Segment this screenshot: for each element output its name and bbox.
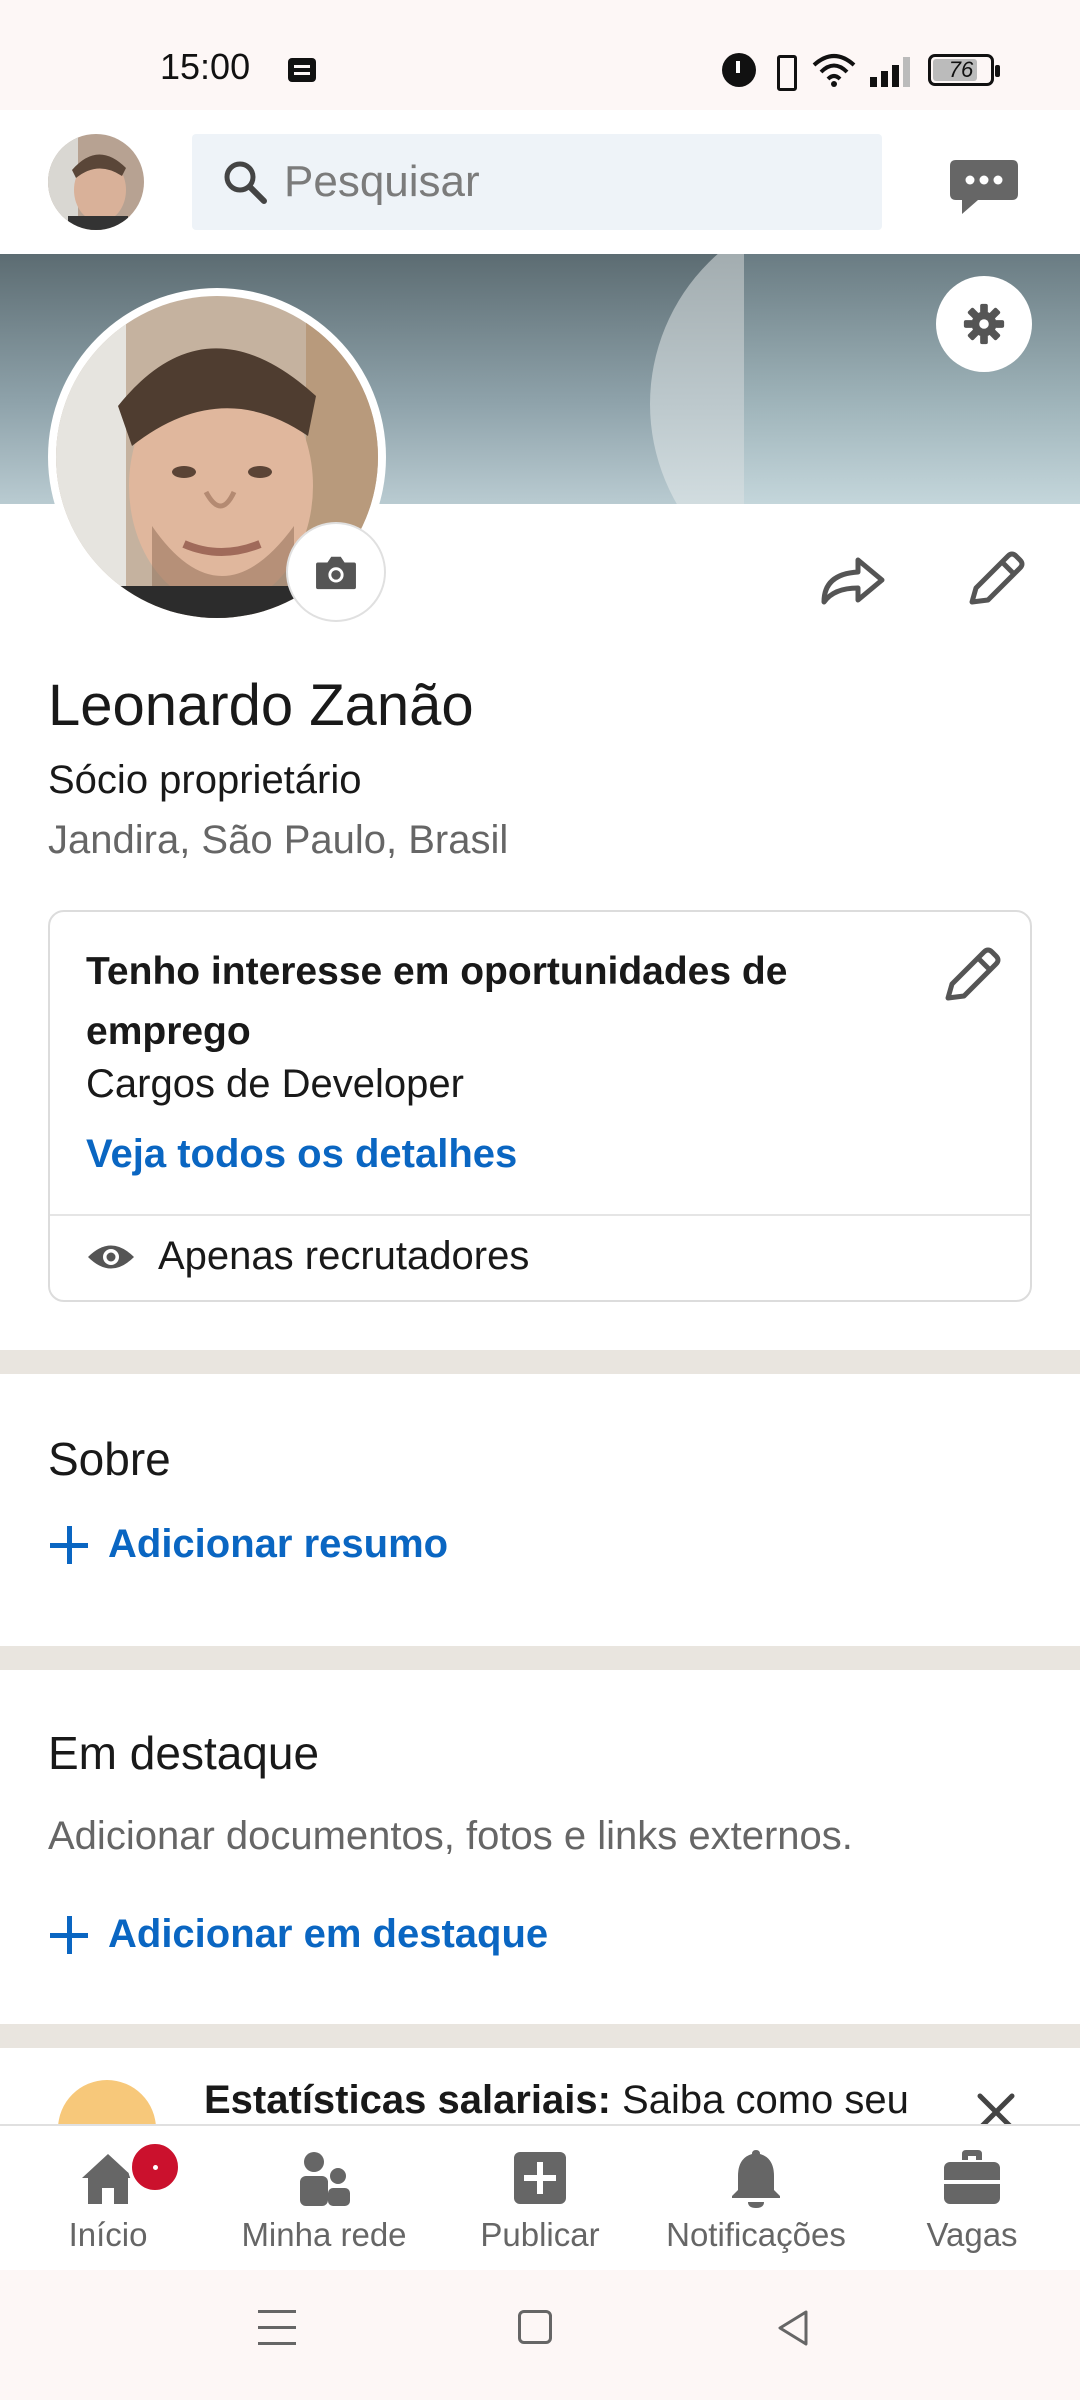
- section-separator: [0, 1646, 1080, 1670]
- status-bar: 15:00 76: [0, 0, 1080, 110]
- signal-icon: [870, 53, 914, 87]
- open-to-work-visibility: Apenas recrutadores: [86, 1234, 529, 1279]
- open-to-work-title: Tenho interesse em oportunidades de empr…: [86, 950, 788, 1053]
- status-time: 15:00: [160, 46, 251, 87]
- share-icon[interactable]: [818, 550, 888, 610]
- alarm-icon: [722, 53, 756, 87]
- wifi-icon: [812, 54, 856, 87]
- add-featured-button[interactable]: Adicionar em destaque: [48, 1912, 548, 1957]
- cover-settings-button[interactable]: [936, 276, 1032, 372]
- promo-body: Saiba como seu: [610, 2078, 909, 2122]
- plus-icon: [48, 1524, 90, 1566]
- bell-icon: [732, 2150, 780, 2208]
- vibrate-icon: [770, 53, 798, 91]
- salary-insights-promo[interactable]: Estatísticas salariais: Saiba como seu: [0, 2048, 1080, 2124]
- nav-post-label: Publicar: [480, 2216, 600, 2253]
- promo-image: [58, 2080, 156, 2124]
- close-icon[interactable]: [974, 2090, 1018, 2124]
- eye-icon: [88, 1245, 134, 1268]
- about-title: Sobre: [48, 1433, 171, 1485]
- nav-network-label: Minha rede: [241, 2216, 407, 2253]
- post-icon: [514, 2152, 566, 2204]
- nav-jobs[interactable]: Vagas: [864, 2126, 1080, 2272]
- see-all-details-link[interactable]: Veja todos os detalhes: [86, 1132, 517, 1177]
- top-bar: Pesquisar: [0, 110, 1080, 254]
- nav-network[interactable]: Minha rede: [216, 2126, 432, 2272]
- add-summary-label: Adicionar resumo: [108, 1522, 449, 1566]
- edit-icon[interactable]: [938, 942, 1004, 1008]
- add-featured-label: Adicionar em destaque: [108, 1912, 549, 1956]
- profile-headline: Sócio proprietário: [48, 758, 362, 802]
- nav-post[interactable]: Publicar: [432, 2126, 648, 2272]
- briefcase-icon: [944, 2150, 1000, 2204]
- home-button-icon[interactable]: [518, 2310, 552, 2344]
- nav-home[interactable]: Início: [0, 2126, 216, 2272]
- bottom-navigation: Início Minha rede Publicar Notificações: [0, 2124, 1080, 2270]
- edit-profile-icon[interactable]: [962, 546, 1028, 612]
- promo-text: Estatísticas salariais: Saiba como seu: [204, 2078, 909, 2123]
- divider: [50, 1214, 1030, 1216]
- open-to-work-card[interactable]: Tenho interesse em oportunidades de empr…: [48, 910, 1032, 1302]
- promo-bold: Estatísticas salariais:: [204, 2078, 611, 2122]
- status-icons: 76: [722, 50, 1000, 91]
- add-summary-button[interactable]: Adicionar resumo: [48, 1522, 448, 1567]
- avatar[interactable]: [48, 134, 144, 230]
- nav-home-label: Início: [68, 2216, 148, 2253]
- featured-title: Em destaque: [48, 1727, 320, 1779]
- recent-apps-icon[interactable]: [258, 2310, 296, 2346]
- camera-icon: [316, 556, 356, 590]
- battery-icon: 76: [928, 54, 1000, 86]
- section-separator: [0, 2024, 1080, 2048]
- search-icon: [224, 161, 267, 204]
- system-navigation-bar: [0, 2270, 1080, 2400]
- section-separator: [0, 1350, 1080, 1374]
- notification-badge: [128, 2140, 182, 2194]
- message-notification-icon: [288, 58, 316, 82]
- back-icon[interactable]: [774, 2308, 814, 2348]
- chat-icon[interactable]: [948, 156, 1020, 218]
- network-icon: [300, 2152, 350, 2206]
- open-to-work-roles: Cargos de Developer: [86, 1062, 464, 1106]
- profile-name: Leonardo Zanão: [48, 673, 474, 738]
- visibility-label: Apenas recrutadores: [158, 1234, 530, 1278]
- search-placeholder: Pesquisar: [284, 157, 480, 206]
- gear-icon: [963, 303, 1005, 345]
- profile-location: Jandira, São Paulo, Brasil: [48, 818, 509, 862]
- nav-jobs-label: Vagas: [926, 2216, 1018, 2253]
- nav-notifications[interactable]: Notificações: [648, 2126, 864, 2272]
- search-input[interactable]: Pesquisar: [192, 134, 882, 230]
- nav-notifications-label: Notificações: [666, 2216, 846, 2253]
- featured-subtitle: Adicionar documentos, fotos e links exte…: [48, 1814, 853, 1858]
- plus-icon: [48, 1914, 90, 1956]
- battery-level: 76: [948, 57, 974, 82]
- change-photo-button[interactable]: [286, 522, 386, 622]
